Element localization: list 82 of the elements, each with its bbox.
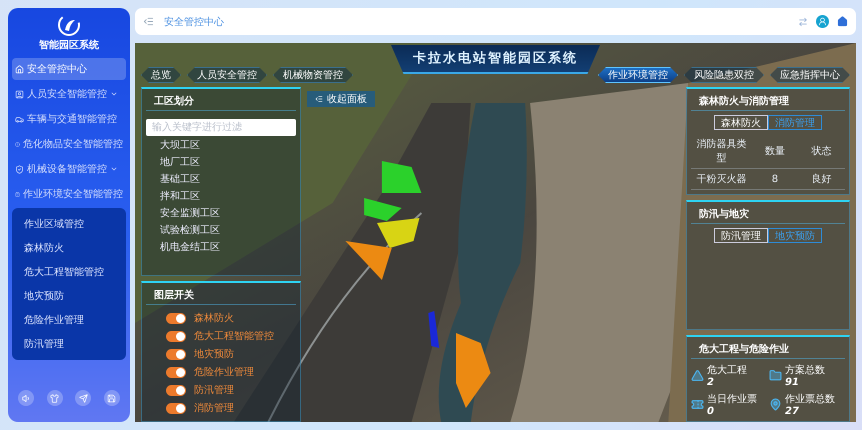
layer-label: 危险作业管理 — [194, 366, 254, 379]
layer-label: 地灾预防 — [194, 348, 234, 361]
zone-area — [364, 198, 402, 221]
table-cell: 良好 — [798, 169, 845, 190]
menu-item[interactable]: 车辆与交通智能管控 — [12, 108, 126, 130]
zone-item[interactable]: 机电金结工区 — [146, 238, 296, 255]
stat-value: 2 — [707, 377, 715, 388]
table-cell: 8 — [752, 169, 798, 190]
nav-tab[interactable]: 作业环境管控 — [598, 67, 678, 83]
zone-item[interactable]: 大坝工区 — [146, 136, 296, 153]
menu-item[interactable]: 人员安全智能管控 — [12, 83, 126, 105]
zone-item[interactable]: 试验检测工区 — [146, 221, 296, 238]
panel-title: 工区划分 — [146, 93, 296, 111]
submenu-item[interactable]: 地灾预防 — [12, 284, 126, 308]
submenu-item[interactable]: 防汛管理 — [12, 332, 126, 356]
zone-area — [382, 161, 422, 193]
column-header: 消防器具类型 — [691, 134, 752, 169]
submenu-item[interactable]: 森林防火 — [12, 236, 126, 260]
search-field[interactable]: 输入关键字进行过滤 — [146, 119, 296, 136]
paper-plane-icon — [78, 394, 88, 402]
volume-button[interactable] — [18, 390, 34, 406]
menu-item[interactable]: 危化物品安全智能管控 — [12, 133, 126, 155]
panel-title: 图层开关 — [146, 287, 296, 305]
menu-item[interactable]: 机械设备智能管控 — [12, 158, 126, 180]
menu-icon — [15, 90, 24, 98]
nav-tab[interactable]: 风险隐患双控 — [684, 67, 764, 83]
zone-item[interactable]: 安全监测工区 — [146, 204, 296, 221]
column-header: 数量 — [752, 134, 798, 169]
nav-tab[interactable]: 总览 — [141, 67, 181, 83]
stat-label: 方案总数 — [785, 364, 825, 377]
panel-title: 防汛与地灾 — [691, 206, 845, 224]
cone-icon — [691, 369, 704, 382]
stat-value: 27 — [785, 406, 800, 417]
panel-title: 森林防火与消防管理 — [691, 93, 845, 111]
stat-label: 危大工程 — [707, 364, 747, 377]
shirt-button[interactable] — [46, 390, 63, 406]
nav-tab[interactable]: 人员安全管控 — [187, 67, 267, 83]
layer-label: 防汛管理 — [194, 384, 234, 397]
stat-value: 91 — [785, 377, 800, 388]
layer-label: 森林防火 — [194, 312, 234, 325]
nav-tab[interactable]: 机械物资管控 — [273, 67, 353, 83]
menu-icon — [15, 190, 20, 198]
layer-label: 消防管理 — [194, 402, 234, 415]
nav-tab[interactable]: 应急指挥中心 — [770, 67, 850, 83]
stat-value: 0 — [707, 406, 715, 417]
breadcrumb: 安全管控中心 — [164, 16, 224, 28]
zone-item[interactable]: 拌和工区 — [146, 187, 296, 204]
zone-item[interactable]: 基础工区 — [146, 170, 296, 187]
stat-label: 当日作业票 — [707, 392, 757, 406]
submenu-item[interactable]: 危险作业管理 — [12, 308, 126, 332]
speaker-icon — [22, 394, 31, 402]
shirt-icon — [50, 394, 60, 402]
home-icon[interactable] — [837, 16, 848, 27]
layer-label: 危大工程智能管控 — [194, 330, 274, 343]
stat-label: 作业票总数 — [785, 392, 835, 406]
logo-icon — [58, 14, 80, 36]
submenu-item[interactable]: 作业区域管控 — [12, 212, 126, 236]
save-button[interactable] — [104, 390, 120, 406]
map-title: 卡拉水电站智能园区系统 — [391, 45, 600, 74]
system-name: 智能园区系统 — [39, 38, 99, 52]
send-button[interactable] — [75, 390, 92, 406]
zone-area — [345, 241, 392, 280]
menu-icon — [15, 64, 24, 74]
zone-area — [376, 218, 420, 248]
collapse-panel-button[interactable]: 收起面板 — [307, 91, 375, 107]
zone-item[interactable]: 地厂工区 — [146, 153, 296, 170]
segment-tab[interactable]: 防汛管理 — [714, 228, 768, 243]
pin-icon — [769, 398, 782, 411]
panel-title: 危大工程与危险作业 — [691, 341, 845, 359]
ticket-icon — [691, 398, 704, 411]
submenu-item[interactable]: 危大工程智能管控 — [12, 260, 126, 284]
column-header: 状态 — [798, 134, 845, 169]
avatar[interactable] — [816, 15, 829, 28]
segment-tab[interactable]: 森林防火 — [714, 115, 768, 130]
collapse-icon — [315, 95, 323, 103]
menu-icon — [15, 164, 24, 174]
menu-icon — [15, 140, 20, 148]
table-cell: 干粉灭火器 — [691, 169, 752, 190]
folder-icon — [769, 369, 782, 382]
menu-item[interactable]: 安全管控中心 — [12, 58, 126, 80]
menu-item[interactable]: 作业环境安全智能管控 — [12, 183, 126, 205]
menu-icon — [15, 114, 24, 124]
